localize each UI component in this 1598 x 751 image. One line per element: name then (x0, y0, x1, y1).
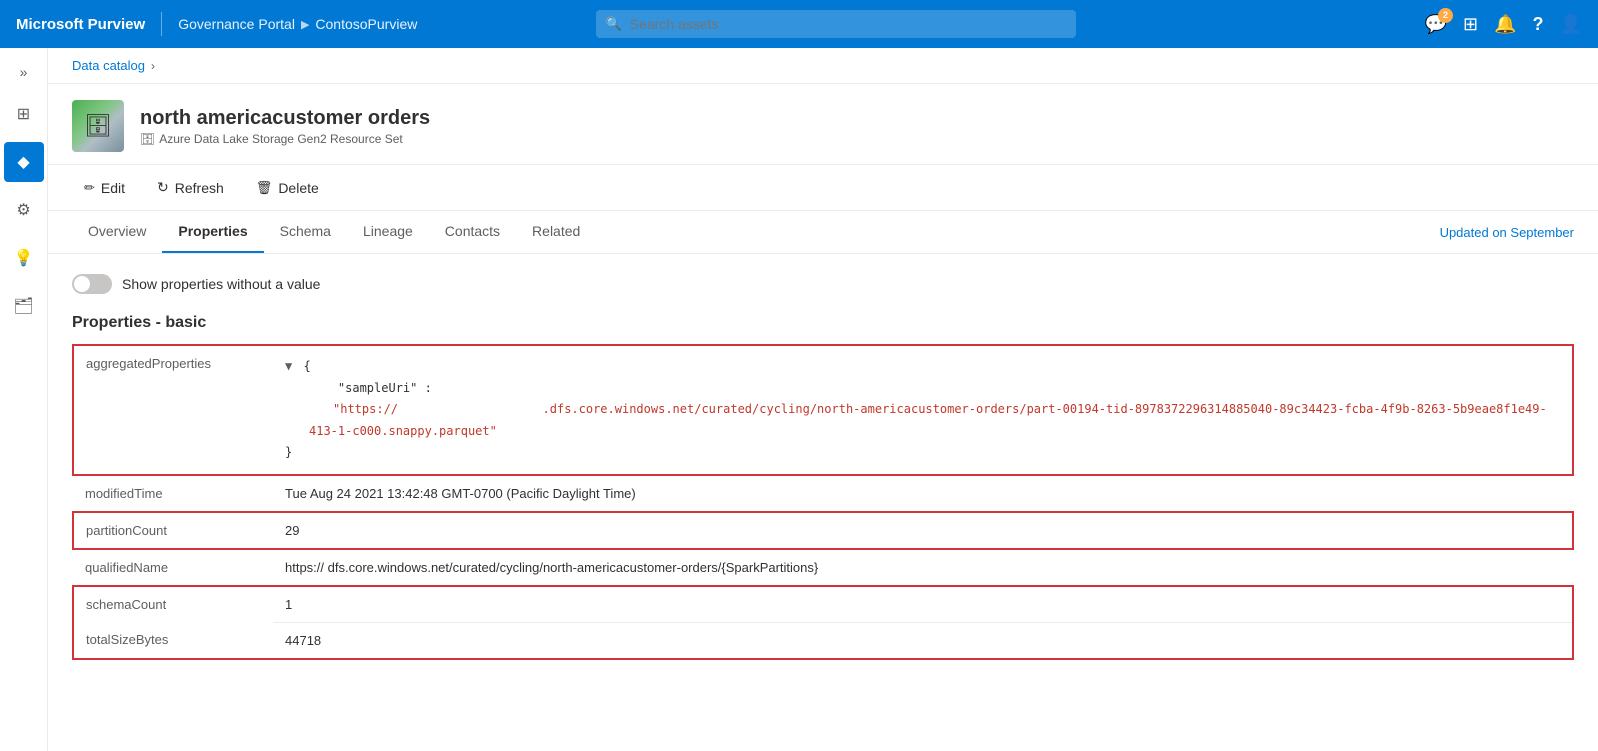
breadcrumb-chevron: ▶ (301, 18, 309, 31)
table-row: modifiedTime Tue Aug 24 2021 13:42:48 GM… (73, 475, 1573, 512)
sidebar-item-settings[interactable]: ⚙ (4, 190, 44, 230)
notification-badge: 2 (1438, 8, 1453, 23)
json-url[interactable]: "https:// .dfs.core.windows.net/curated/… (309, 402, 1547, 438)
toolbar: ✏ Edit ↻ Refresh 🗑 Delete (48, 165, 1598, 211)
toggle-label: Show properties without a value (122, 276, 320, 292)
delete-label: Delete (278, 180, 318, 196)
prop-name-partition: partitionCount (73, 512, 273, 549)
table-row: partitionCount 29 (73, 512, 1573, 549)
tab-overview[interactable]: Overview (72, 211, 162, 253)
json-indent: "sampleUri" : "https:// .dfs.core.window… (309, 378, 1560, 443)
prop-name-modified: modifiedTime (73, 475, 273, 512)
sidebar: » ⊞ ◆ ⚙ 💡 🗂 (0, 48, 48, 751)
json-key: "sampleUri" : (309, 381, 432, 395)
top-nav-actions: 💬 2 ⊞ 🔔 ? 👤 (1425, 14, 1582, 35)
edit-button[interactable]: ✏ Edit (72, 174, 137, 202)
prop-value-modified: Tue Aug 24 2021 13:42:48 GMT-0700 (Pacif… (273, 475, 1573, 512)
asset-type-icon: 🗄 (140, 132, 155, 146)
asset-icon: 🗄 (72, 100, 124, 152)
delete-icon: 🗑 (256, 180, 273, 196)
comment-button[interactable]: 💬 2 (1425, 14, 1447, 35)
portal-label: Governance Portal (178, 16, 295, 32)
tabs-bar: Overview Properties Schema Lineage Conta… (48, 211, 1598, 254)
refresh-label: Refresh (175, 180, 224, 196)
tab-properties[interactable]: Properties (162, 211, 263, 253)
breadcrumb-separator: › (151, 59, 155, 73)
tab-contacts[interactable]: Contacts (429, 211, 516, 253)
top-navigation: Microsoft Purview Governance Portal ▶ Co… (0, 0, 1598, 48)
prop-name-aggregated: aggregatedProperties (73, 345, 273, 475)
sidebar-item-catalog[interactable]: ◆ (4, 142, 44, 182)
help-button[interactable]: ? (1533, 14, 1544, 35)
search-input[interactable] (596, 10, 1076, 38)
properties-table: aggregatedProperties ▼ { "sampleUri" : "… (72, 344, 1574, 660)
sidebar-item-home[interactable]: ⊞ (4, 94, 44, 134)
portal-name: ContosoPurview (315, 16, 417, 32)
json-close-brace: } (285, 445, 292, 459)
prop-value-totalsize: 44718 (273, 622, 1573, 659)
content-area: Show properties without a value Properti… (48, 254, 1598, 680)
table-row: aggregatedProperties ▼ { "sampleUri" : "… (73, 345, 1573, 475)
tab-lineage[interactable]: Lineage (347, 211, 429, 253)
prop-name-totalsize: totalSizeBytes (73, 622, 273, 659)
nav-divider (161, 12, 162, 36)
breadcrumb-bar: Data catalog › (48, 48, 1598, 84)
search-container: 🔍 (596, 10, 1076, 38)
layout: » ⊞ ◆ ⚙ 💡 🗂 Data catalog › 🗄 north ameri… (0, 48, 1598, 751)
json-block: ▼ { "sampleUri" : "https:// .dfs.core.wi… (285, 356, 1560, 464)
prop-name-schema: schemaCount (73, 586, 273, 623)
refresh-button[interactable]: ↻ Refresh (145, 173, 236, 202)
asset-title: north americacustomer orders (140, 107, 430, 130)
section-title: Properties - basic (72, 314, 1574, 332)
edit-label: Edit (101, 180, 125, 196)
refresh-icon: ↻ (157, 179, 169, 196)
tab-related[interactable]: Related (516, 211, 596, 253)
sidebar-item-management[interactable]: 🗂 (4, 286, 44, 326)
nav-breadcrumb: Governance Portal ▶ ContosoPurview (178, 16, 417, 32)
sidebar-item-insights[interactable]: 💡 (4, 238, 44, 278)
brand-label: Microsoft Purview (16, 16, 145, 33)
breadcrumb-link[interactable]: Data catalog (72, 58, 145, 73)
prop-value-partition: 29 (273, 512, 1573, 549)
sidebar-toggle[interactable]: » (8, 56, 40, 88)
collapse-icon[interactable]: ▼ (285, 359, 292, 373)
search-icon: 🔍 (606, 16, 622, 32)
main-content: Data catalog › 🗄 north americacustomer o… (48, 48, 1598, 751)
tab-schema[interactable]: Schema (264, 211, 347, 253)
delete-button[interactable]: 🗑 Delete (244, 174, 331, 202)
user-button[interactable]: 👤 (1560, 14, 1582, 35)
asset-header: 🗄 north americacustomer orders 🗄 Azure D… (48, 84, 1598, 165)
prop-name-qualified: qualifiedName (73, 549, 273, 586)
prop-value-qualified: https:// dfs.core.windows.net/curated/cy… (273, 549, 1573, 586)
table-row: totalSizeBytes 44718 (73, 622, 1573, 659)
bell-button[interactable]: 🔔 (1494, 14, 1516, 35)
table-row: qualifiedName https:// dfs.core.windows.… (73, 549, 1573, 586)
tab-updated-text: Updated on September (1440, 213, 1574, 252)
grid-button[interactable]: ⊞ (1463, 14, 1478, 35)
toggle-switch[interactable] (72, 274, 112, 294)
asset-info: north americacustomer orders 🗄 Azure Dat… (140, 107, 430, 146)
json-open-brace: { (303, 359, 310, 373)
edit-icon: ✏ (84, 180, 95, 196)
prop-value-schema: 1 (273, 586, 1573, 623)
asset-type: 🗄 Azure Data Lake Storage Gen2 Resource … (140, 132, 430, 146)
prop-value-aggregated: ▼ { "sampleUri" : "https:// .dfs.core.wi… (273, 345, 1573, 475)
table-row: schemaCount 1 (73, 586, 1573, 623)
asset-type-label: Azure Data Lake Storage Gen2 Resource Se… (159, 132, 402, 146)
toggle-row: Show properties without a value (72, 274, 1574, 294)
